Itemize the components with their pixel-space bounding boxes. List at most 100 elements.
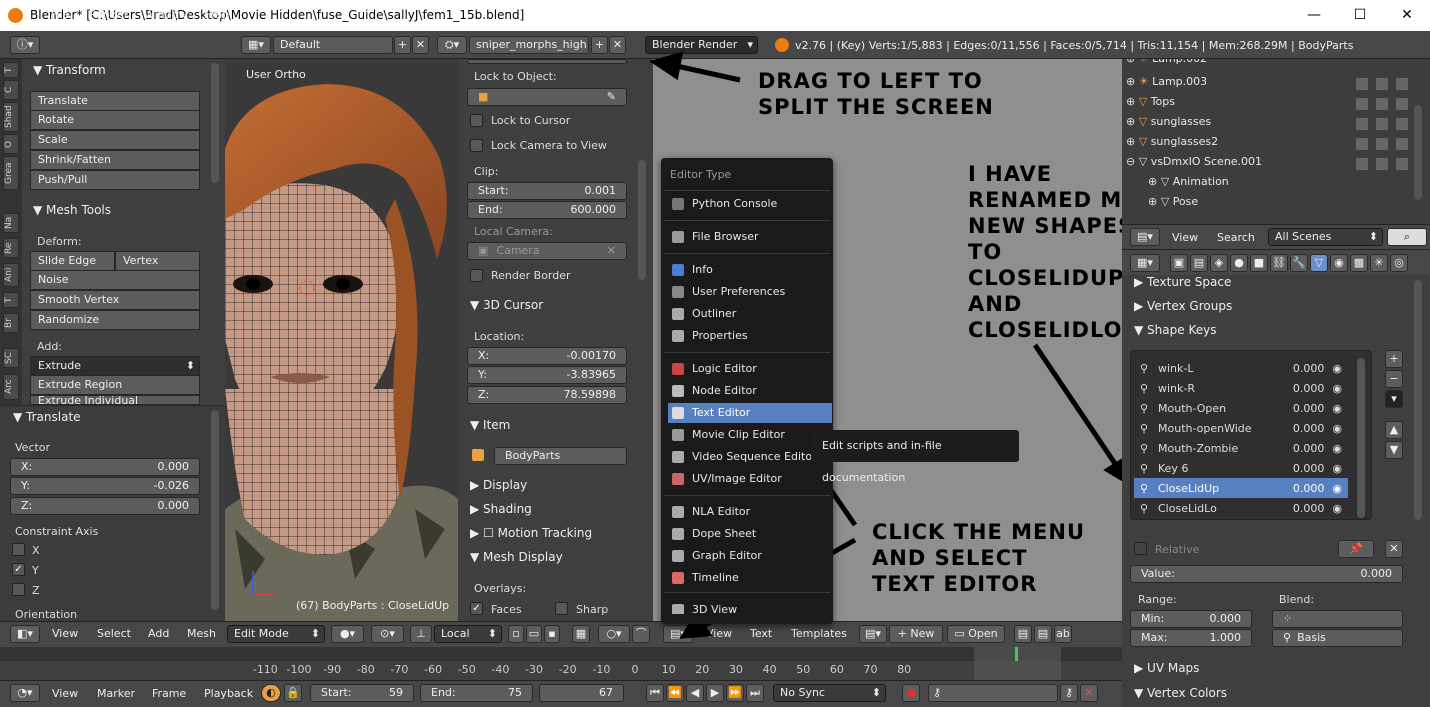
shape-key-specials-button[interactable]: ▾ bbox=[1385, 390, 1403, 408]
eye-icon[interactable]: ◉ bbox=[1332, 502, 1342, 515]
delete-keyframe-icon[interactable]: ✕ bbox=[1080, 684, 1098, 702]
basis-field[interactable]: ⚲ Basis bbox=[1272, 629, 1403, 647]
expand-icon[interactable]: ⊕ bbox=[1126, 59, 1139, 65]
editor-menu-item-video-sequence-editor[interactable]: Video Sequence Editor bbox=[668, 447, 832, 467]
shape-key-value[interactable]: 0.000 bbox=[1284, 502, 1325, 515]
constraints-tab-icon[interactable]: ⛓ bbox=[1270, 254, 1288, 272]
editor-menu-item-node-editor[interactable]: Node Editor bbox=[668, 381, 832, 401]
shape-value-field[interactable]: Value: 0.000 bbox=[1130, 565, 1403, 583]
restrict-eye-icon[interactable] bbox=[1356, 98, 1368, 110]
restrict-camera-icon[interactable] bbox=[1396, 98, 1408, 110]
uv-maps-header[interactable]: ▶ UV Maps bbox=[1134, 661, 1199, 675]
shape-keys-header[interactable]: ▼ Shape Keys bbox=[1134, 323, 1216, 337]
expand-icon[interactable]: ⊕ bbox=[1126, 115, 1139, 128]
outliner-scrollbar[interactable] bbox=[1414, 105, 1422, 200]
editor-menu-item-properties[interactable]: Properties bbox=[668, 326, 832, 346]
texture-space-header[interactable]: ▶ Texture Space bbox=[1134, 275, 1231, 289]
editor-menu-item-logic-editor[interactable]: Logic Editor bbox=[668, 359, 832, 379]
shape-key-row[interactable]: ⚲ wink-L 0.000 ◉ bbox=[1134, 358, 1348, 378]
shape-key-value[interactable]: 0.000 bbox=[1284, 442, 1325, 455]
restrict-cursor-icon[interactable] bbox=[1376, 78, 1388, 90]
shape-key-row[interactable]: ⚲ Key 6 0.000 ◉ bbox=[1134, 458, 1348, 478]
restrict-eye-icon[interactable] bbox=[1356, 78, 1368, 90]
shape-key-list-scrollbar[interactable] bbox=[1357, 358, 1365, 518]
shape-key-row[interactable]: ⚲ wink-R 0.000 ◉ bbox=[1134, 378, 1348, 398]
shape-key-value[interactable]: 0.000 bbox=[1284, 402, 1325, 415]
timeline-scrubber[interactable] bbox=[0, 647, 1122, 661]
lock-range-icon[interactable]: 🔒 bbox=[284, 684, 302, 702]
outliner-row[interactable]: ⊕ ▽ Pose bbox=[1148, 195, 1198, 215]
pin-shape-button[interactable]: 📌 bbox=[1338, 540, 1374, 558]
vertex-groups-header[interactable]: ▶ Vertex Groups bbox=[1134, 299, 1232, 313]
preview-range-icon[interactable]: ◐ bbox=[261, 684, 281, 702]
shape-key-value[interactable]: 0.000 bbox=[1284, 482, 1325, 495]
range-max-field[interactable]: Max: 1.000 bbox=[1130, 629, 1252, 647]
restrict-cursor-icon[interactable] bbox=[1376, 98, 1388, 110]
expand-icon[interactable]: ⊖ bbox=[1126, 155, 1139, 168]
restrict-camera-icon[interactable] bbox=[1396, 138, 1408, 150]
editor-menu-item-dope-sheet[interactable]: Dope Sheet bbox=[668, 524, 832, 544]
prev-key-icon[interactable]: ⏪ bbox=[666, 684, 684, 702]
restrict-eye-icon[interactable] bbox=[1356, 138, 1368, 150]
start-frame-field[interactable]: Start: 59 bbox=[310, 684, 414, 702]
editor-menu-item-3d-view[interactable]: 3D View bbox=[668, 600, 832, 614]
shape-key-row[interactable]: ⚲ Mouth-Zombie 0.000 ◉ bbox=[1134, 438, 1348, 458]
eye-icon[interactable]: ◉ bbox=[1332, 482, 1342, 495]
play-reverse-icon[interactable]: ◀ bbox=[686, 684, 704, 702]
clear-shape-button[interactable]: ✕ bbox=[1385, 540, 1403, 558]
properties-editor-icon[interactable]: ▦▾ bbox=[1130, 254, 1160, 272]
editor-menu-item-text-editor[interactable]: Text Editor bbox=[668, 403, 832, 423]
timeline-marker-menu[interactable]: Marker bbox=[97, 687, 135, 700]
editor-menu-item-user-preferences[interactable]: User Preferences bbox=[668, 282, 832, 302]
timeline-playback-menu[interactable]: Playback bbox=[204, 687, 253, 700]
insert-keyframe-icon[interactable]: ⚷ bbox=[1060, 684, 1078, 702]
outliner-row[interactable]: ⊖ ▽ vsDmxIO Scene.001 bbox=[1126, 155, 1262, 175]
relative-checkbox[interactable] bbox=[1134, 542, 1147, 555]
physics-tab-icon[interactable]: ◎ bbox=[1390, 254, 1408, 272]
modifiers-tab-icon[interactable]: 🔧 bbox=[1290, 254, 1308, 272]
end-frame-field[interactable]: End: 75 bbox=[420, 684, 533, 702]
move-up-button[interactable]: ▲ bbox=[1385, 421, 1403, 439]
shape-key-value[interactable]: 0.000 bbox=[1284, 462, 1325, 475]
particles-tab-icon[interactable]: ✳ bbox=[1370, 254, 1388, 272]
outliner-row[interactable]: ⊕ ☀ Lamp.003 bbox=[1126, 75, 1207, 95]
expand-icon[interactable]: ⊕ bbox=[1148, 195, 1161, 208]
outliner-search-field[interactable]: ⌕ bbox=[1387, 228, 1427, 246]
restrict-cursor-icon[interactable] bbox=[1376, 138, 1388, 150]
restrict-eye-icon[interactable] bbox=[1356, 158, 1368, 170]
material-tab-icon[interactable]: ◉ bbox=[1330, 254, 1348, 272]
eye-icon[interactable]: ◉ bbox=[1332, 362, 1342, 375]
restrict-camera-icon[interactable] bbox=[1396, 118, 1408, 130]
editor-menu-item-movie-clip-editor[interactable]: Movie Clip Editor bbox=[668, 425, 832, 445]
restrict-camera-icon[interactable] bbox=[1396, 158, 1408, 170]
timeline-editor-icon[interactable]: ◔▾ bbox=[10, 684, 40, 702]
play-icon[interactable]: ▶ bbox=[706, 684, 724, 702]
sync-mode-select[interactable]: No Sync ⬍ bbox=[773, 684, 886, 702]
editor-menu-item-python-console[interactable]: Python Console bbox=[668, 194, 832, 214]
outliner-row[interactable]: ⊕ ☀ Lamp.002 bbox=[1126, 59, 1207, 69]
eye-icon[interactable]: ◉ bbox=[1332, 462, 1342, 475]
shape-key-row[interactable]: ⚲ CloseLidLo 0.000 ◉ bbox=[1134, 498, 1348, 518]
data-tab-icon[interactable]: ▽ bbox=[1310, 254, 1328, 272]
outliner-row[interactable]: ⊕ ▽ sunglasses2 bbox=[1126, 135, 1218, 155]
editor-menu-item-nla-editor[interactable]: NLA Editor bbox=[668, 502, 832, 522]
outliner-editor-icon[interactable]: ▤▾ bbox=[1130, 228, 1160, 246]
current-frame-marker[interactable] bbox=[1015, 647, 1018, 661]
eye-icon[interactable]: ◉ bbox=[1332, 382, 1342, 395]
render-tab-icon[interactable]: ▣ bbox=[1170, 254, 1188, 272]
shape-key-value[interactable]: 0.000 bbox=[1284, 362, 1325, 375]
render-layers-tab-icon[interactable]: ▤ bbox=[1190, 254, 1208, 272]
restrict-eye-icon[interactable] bbox=[1356, 118, 1368, 130]
current-frame-field[interactable]: 67 bbox=[539, 684, 624, 702]
move-down-button[interactable]: ▼ bbox=[1385, 441, 1403, 459]
jump-end-icon[interactable]: ⏭ bbox=[746, 684, 764, 702]
outliner-row[interactable]: ⊕ ▽ Animation bbox=[1148, 175, 1229, 195]
expand-icon[interactable]: ⊕ bbox=[1148, 175, 1161, 188]
shape-key-value[interactable]: 0.000 bbox=[1284, 382, 1325, 395]
restrict-cursor-icon[interactable] bbox=[1376, 118, 1388, 130]
expand-icon[interactable]: ⊕ bbox=[1126, 75, 1139, 88]
shape-key-row[interactable]: ⚲ Mouth-openWide 0.000 ◉ bbox=[1134, 418, 1348, 438]
outliner-row[interactable]: ⊕ ▽ sunglasses bbox=[1126, 115, 1211, 135]
outliner-view-menu[interactable]: View bbox=[1172, 231, 1198, 244]
expand-icon[interactable]: ⊕ bbox=[1126, 95, 1139, 108]
